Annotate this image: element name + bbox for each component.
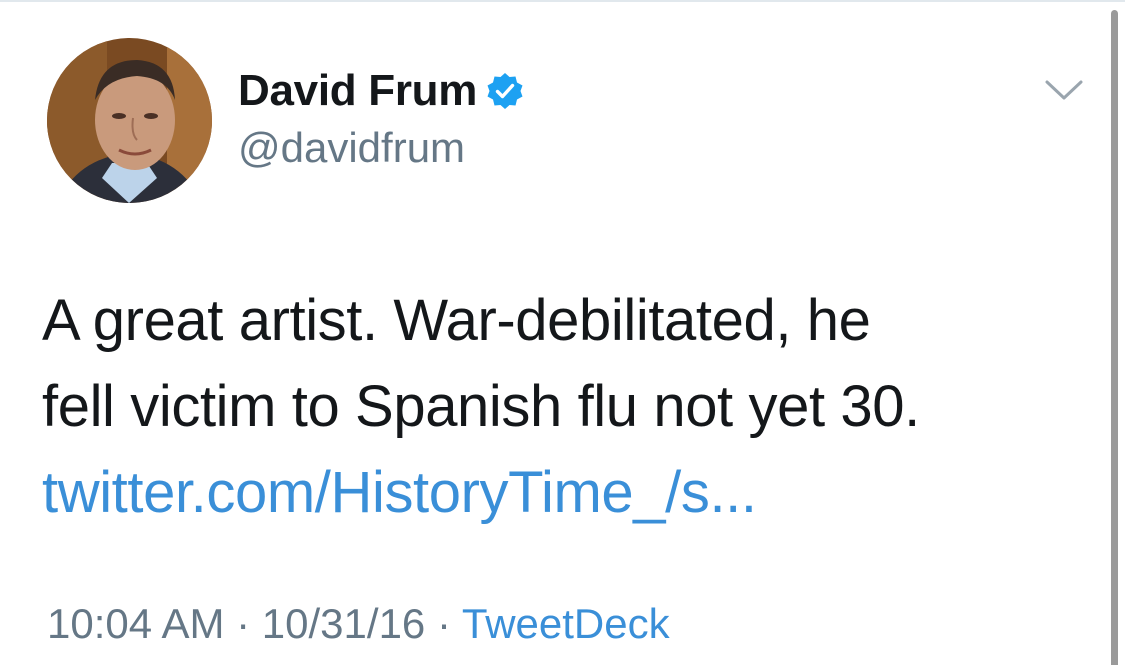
top-divider — [0, 0, 1125, 2]
avatar-image — [47, 38, 212, 203]
tweet-quoted-link[interactable]: twitter.com/HistoryTime_/s... — [42, 450, 1092, 536]
tweet-text-line-2: fell victim to Spanish flu not yet 30. — [42, 374, 920, 439]
meta-separator-2: · — [425, 600, 462, 647]
author-handle[interactable]: @davidfrum — [238, 124, 465, 172]
chevron-down-icon[interactable] — [1044, 78, 1084, 102]
author-name-row[interactable]: David Frum — [238, 62, 524, 120]
author-display-name[interactable]: David Frum — [238, 66, 477, 116]
tweet-date[interactable]: 10/31/16 — [262, 600, 426, 647]
tweet-time[interactable]: 10:04 AM — [47, 600, 224, 647]
verified-badge-icon — [486, 72, 524, 110]
meta-separator-1: · — [224, 600, 262, 647]
tweet-text: A great artist. War-debilitated, he fell… — [42, 278, 1092, 536]
avatar[interactable] — [47, 38, 212, 203]
tweet-source-link[interactable]: TweetDeck — [462, 600, 670, 647]
scrollbar[interactable] — [1111, 10, 1118, 665]
tweet-text-line-1: A great artist. War-debilitated, he — [42, 288, 871, 353]
tweet-meta: 10:04 AM · 10/31/16 · TweetDeck — [47, 600, 670, 648]
